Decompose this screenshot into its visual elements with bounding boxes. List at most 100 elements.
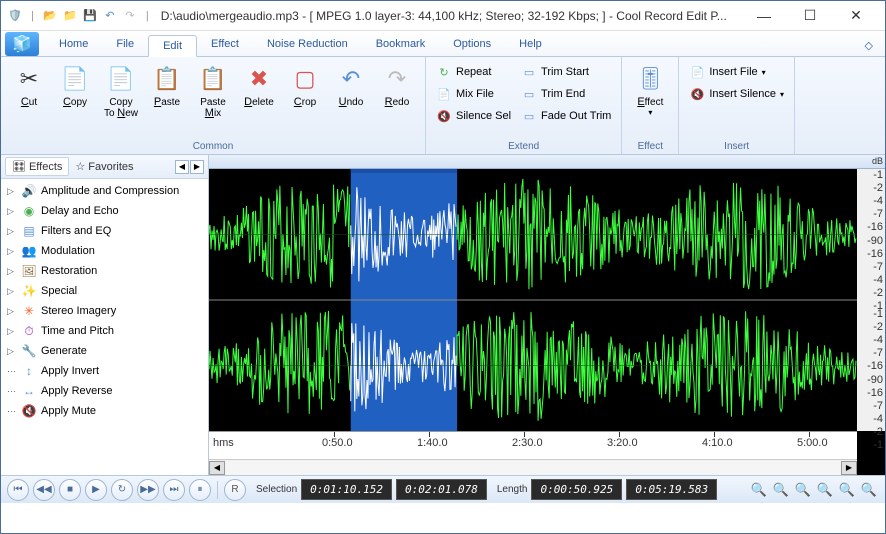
delete-button[interactable]: ✖Delete bbox=[237, 61, 281, 110]
tree-item-generate[interactable]: ▷🔧Generate bbox=[3, 341, 206, 361]
rewind-start-button[interactable]: ⏮ bbox=[7, 479, 29, 501]
tree-item-apply-mute[interactable]: ⋯🔇Apply Mute bbox=[3, 401, 206, 421]
tree-item-filters-and-eq[interactable]: ▷▤Filters and EQ bbox=[3, 221, 206, 241]
copy-button[interactable]: 📄Copy bbox=[53, 61, 97, 110]
menu-tab-effect[interactable]: Effect bbox=[197, 34, 253, 56]
waveform-ruler[interactable] bbox=[209, 155, 885, 169]
stop-button[interactable]: ■ bbox=[59, 479, 81, 501]
play-loop-button[interactable]: ↻ bbox=[111, 479, 133, 501]
zoom-sel-button[interactable]: 🔍 bbox=[793, 481, 813, 499]
menu-tab-edit[interactable]: Edit bbox=[148, 35, 197, 57]
expand-icon[interactable]: ▷ bbox=[7, 286, 17, 297]
menu-tab-options[interactable]: Options bbox=[439, 34, 505, 56]
paste-mix-button[interactable]: 📋PasteMix bbox=[191, 61, 235, 121]
redo-button[interactable]: ↷Redo bbox=[375, 61, 419, 110]
tree-item-apply-invert[interactable]: ⋯↕Apply Invert bbox=[3, 361, 206, 381]
play-button[interactable]: ▶ bbox=[85, 479, 107, 501]
db-value: -7 bbox=[873, 208, 883, 220]
expand-icon[interactable]: ▷ bbox=[7, 206, 17, 217]
mix-file-button[interactable]: 📄Mix File bbox=[432, 83, 515, 105]
forward-button[interactable]: ▶▶ bbox=[137, 479, 159, 501]
insert-silence-button[interactable]: 🔇Insert Silence ▾ bbox=[685, 83, 788, 105]
scroll-track[interactable] bbox=[225, 461, 841, 475]
cut-button[interactable]: ✂Cut bbox=[7, 61, 51, 110]
zoom-full-button[interactable]: 🔍 bbox=[815, 481, 835, 499]
insert-file-button[interactable]: 📄Insert File ▾ bbox=[685, 61, 788, 83]
ribbon-group-effect: 🎚Effect▾Effect bbox=[622, 57, 679, 154]
paste-button[interactable]: 📋Paste bbox=[145, 61, 189, 110]
horizontal-scrollbar[interactable]: ◀ ▶ bbox=[209, 459, 857, 475]
copy-to-new-button[interactable]: 📄CopyTo New bbox=[99, 61, 143, 121]
pause-button[interactable]: ⏸ bbox=[189, 479, 211, 501]
scroll-left-button[interactable]: ◀ bbox=[209, 461, 225, 475]
zoom-out-button[interactable]: 🔍 bbox=[771, 481, 791, 499]
save-icon[interactable]: 💾 bbox=[82, 8, 98, 24]
tree-item-restoration[interactable]: ▷🖼Restoration bbox=[3, 261, 206, 281]
undo-button[interactable]: ↶Undo bbox=[329, 61, 373, 110]
button-label: Insert File bbox=[709, 66, 757, 78]
zoom-v-out-button[interactable]: 🔍 bbox=[859, 481, 879, 499]
selection-label: Selection bbox=[256, 484, 297, 495]
titlebar: 🛡️ | 📂 📁 💾 ↶ ↷ | D:\audio\mergeaudio.mp3… bbox=[1, 1, 885, 31]
repeat-button[interactable]: ↻Repeat bbox=[432, 61, 515, 83]
effect-button[interactable]: 🎚Effect▾ bbox=[628, 61, 672, 119]
db-value: -4 bbox=[873, 274, 883, 286]
silence-sel-icon: 🔇 bbox=[436, 108, 452, 124]
maximize-button[interactable]: ☐ bbox=[787, 1, 833, 31]
menu-tab-file[interactable]: File bbox=[102, 34, 148, 56]
timeline[interactable]: hms 0:50.01:40.02:30.03:20.04:10.05:00.0 bbox=[209, 431, 857, 459]
expand-icon[interactable]: ▷ bbox=[7, 326, 17, 337]
category-icon: 🔧 bbox=[21, 343, 37, 359]
scroll-right-button[interactable]: ▶ bbox=[841, 461, 857, 475]
tree-item-amplitude-and-compression[interactable]: ▷🔊Amplitude and Compression bbox=[3, 181, 206, 201]
expand-icon[interactable]: ▷ bbox=[7, 266, 17, 277]
button-label: Effect bbox=[637, 97, 663, 108]
silence-sel-button[interactable]: 🔇Silence Sel bbox=[432, 105, 515, 127]
rewind-button[interactable]: ◀◀ bbox=[33, 479, 55, 501]
mix-file-icon: 📄 bbox=[436, 86, 452, 102]
trim-start-button[interactable]: ▭Trim Start bbox=[517, 61, 615, 83]
forward-end-button[interactable]: ⏭ bbox=[163, 479, 185, 501]
category-icon: ↕ bbox=[21, 363, 37, 379]
tree-item-time-and-pitch[interactable]: ▷⏱Time and Pitch bbox=[3, 321, 206, 341]
expand-icon[interactable]: ▷ bbox=[7, 306, 17, 317]
menu-tab-bookmark[interactable]: Bookmark bbox=[362, 34, 440, 56]
crop-button[interactable]: ▢Crop bbox=[283, 61, 327, 110]
tree-item-stereo-imagery[interactable]: ▷✳Stereo Imagery bbox=[3, 301, 206, 321]
ribbon-group-common: ✂Cut📄Copy📄CopyTo New📋Paste📋PasteMix✖Dele… bbox=[1, 57, 426, 154]
close-button[interactable]: ✕ bbox=[833, 1, 879, 31]
app-menu-button[interactable]: 🧊 bbox=[5, 32, 39, 56]
menu-tab-help[interactable]: Help bbox=[505, 34, 556, 56]
trim-end-button[interactable]: ▭Trim End bbox=[517, 83, 615, 105]
tree-item-special[interactable]: ▷✨Special bbox=[3, 281, 206, 301]
menu-tab-home[interactable]: Home bbox=[45, 34, 102, 56]
open2-icon[interactable]: 📁 bbox=[62, 8, 78, 24]
minimize-button[interactable]: — bbox=[741, 1, 787, 31]
expand-icon[interactable]: ▷ bbox=[7, 226, 17, 237]
waveform-canvas[interactable]: dB -1-2-4-7-16-90-16-7-4-2-1-1-2-4-7-16-… bbox=[209, 169, 857, 431]
redo-icon[interactable]: ↷ bbox=[122, 8, 138, 24]
tree-label: Time and Pitch bbox=[41, 325, 114, 337]
expand-icon[interactable]: ▷ bbox=[7, 346, 17, 357]
expand-icon[interactable]: ▷ bbox=[7, 246, 17, 257]
sidebar-tab-effects[interactable]: 🎛Effects bbox=[5, 157, 69, 176]
zoom-controls: 🔍 🔍 🔍 🔍 🔍 🔍 bbox=[749, 481, 879, 499]
sidebar-prev-button[interactable]: ◀ bbox=[175, 160, 189, 174]
copy-icon: 📄 bbox=[59, 63, 91, 95]
fade-out-trim-button[interactable]: ▭Fade Out Trim bbox=[517, 105, 615, 127]
menu-tab-noise-reduction[interactable]: Noise Reduction bbox=[253, 34, 362, 56]
record-button[interactable]: R bbox=[224, 479, 246, 501]
button-label: Undo bbox=[339, 97, 364, 108]
help-icon[interactable]: ◇ bbox=[857, 35, 881, 56]
db-value: -16 bbox=[867, 221, 883, 233]
open-icon[interactable]: 📂 bbox=[42, 8, 58, 24]
expand-icon[interactable]: ▷ bbox=[7, 186, 17, 197]
sidebar-next-button[interactable]: ▶ bbox=[190, 160, 204, 174]
zoom-in-button[interactable]: 🔍 bbox=[749, 481, 769, 499]
undo-icon[interactable]: ↶ bbox=[102, 8, 118, 24]
zoom-v-in-button[interactable]: 🔍 bbox=[837, 481, 857, 499]
tree-item-apply-reverse[interactable]: ⋯↔Apply Reverse bbox=[3, 381, 206, 401]
tree-item-delay-and-echo[interactable]: ▷◉Delay and Echo bbox=[3, 201, 206, 221]
sidebar-tab-favorites[interactable]: ☆Favorites bbox=[69, 157, 139, 176]
tree-item-modulation[interactable]: ▷👥Modulation bbox=[3, 241, 206, 261]
